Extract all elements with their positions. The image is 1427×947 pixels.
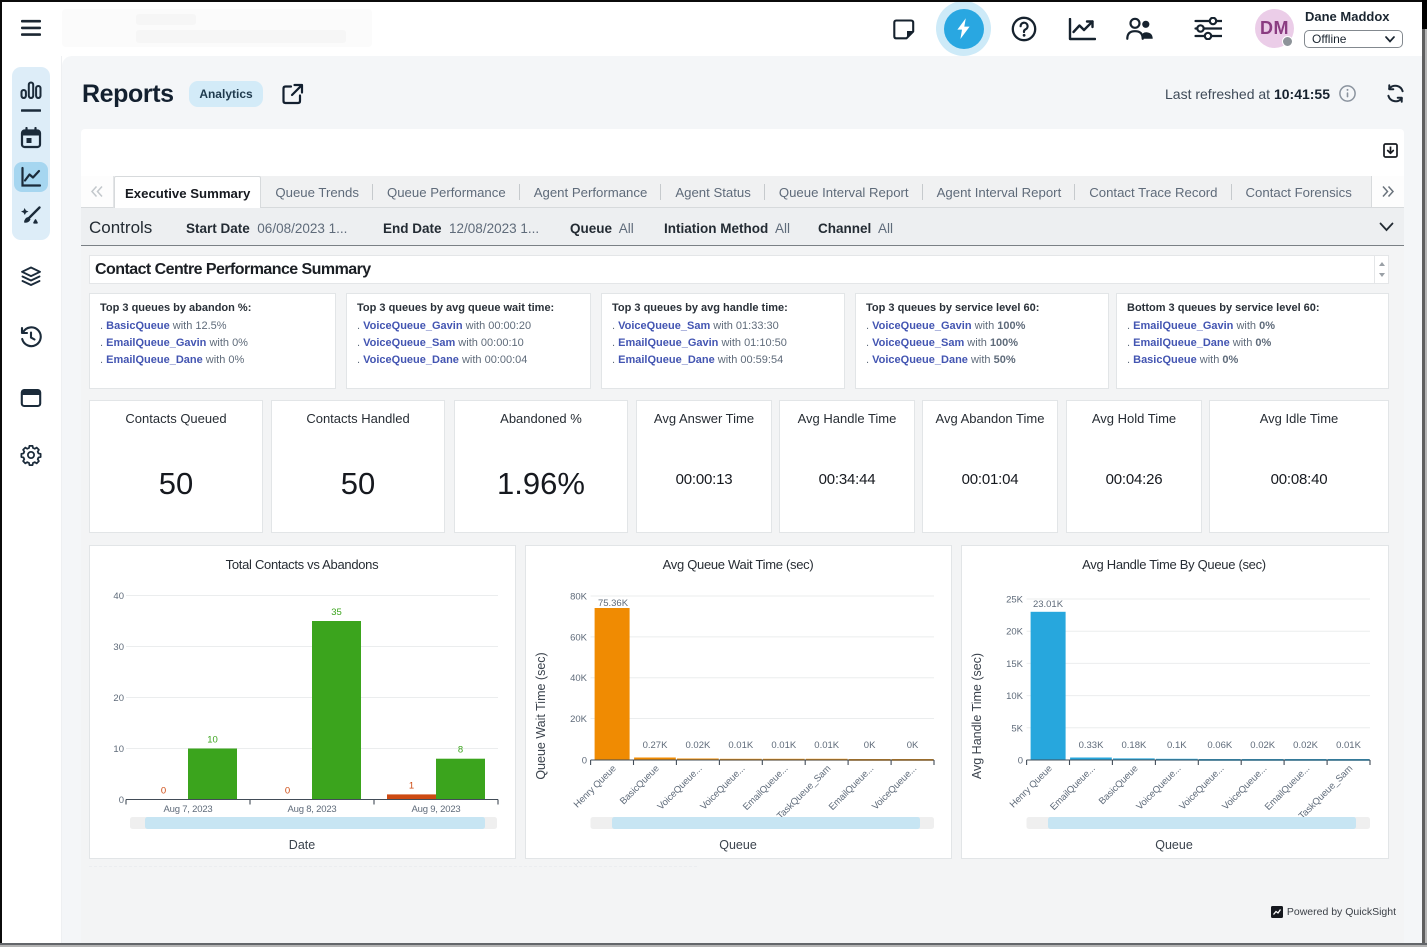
- svg-text:80K: 80K: [570, 592, 588, 603]
- svg-text:VoiceQueue...: VoiceQueue...: [1177, 763, 1226, 812]
- svg-text:1: 1: [409, 780, 414, 791]
- svg-text:Queue: Queue: [719, 838, 757, 852]
- svg-text:0.01K: 0.01K: [771, 740, 796, 751]
- svg-text:0K: 0K: [907, 740, 919, 751]
- svg-text:15K: 15K: [1006, 659, 1024, 670]
- svg-text:Avg Queue Wait Time (sec): Avg Queue Wait Time (sec): [663, 557, 814, 572]
- svg-text:Aug 8, 2023: Aug 8, 2023: [287, 804, 336, 815]
- svg-text:0.01K: 0.01K: [728, 740, 753, 751]
- svg-text:Aug 9, 2023: Aug 9, 2023: [411, 804, 460, 815]
- svg-text:0.02K: 0.02K: [1250, 740, 1275, 751]
- svg-text:8: 8: [458, 745, 463, 756]
- svg-text:BasicQueue: BasicQueue: [618, 763, 662, 807]
- svg-text:0: 0: [1018, 756, 1023, 767]
- svg-text:0: 0: [285, 786, 290, 797]
- svg-text:0.01K: 0.01K: [1336, 740, 1361, 751]
- svg-text:10K: 10K: [1006, 691, 1024, 702]
- svg-text:10: 10: [113, 744, 124, 755]
- svg-text:Avg Handle Time (sec): Avg Handle Time (sec): [970, 653, 984, 779]
- svg-text:Aug 7, 2023: Aug 7, 2023: [163, 804, 212, 815]
- svg-text:5K: 5K: [1011, 723, 1023, 734]
- svg-text:0.02K: 0.02K: [1293, 740, 1318, 751]
- svg-text:0: 0: [582, 756, 587, 767]
- svg-text:0: 0: [161, 786, 166, 797]
- svg-text:Queue Wait Time (sec): Queue Wait Time (sec): [534, 652, 548, 779]
- svg-text:0.33K: 0.33K: [1079, 740, 1104, 751]
- svg-text:0.1K: 0.1K: [1167, 740, 1187, 751]
- svg-text:Henry Queue: Henry Queue: [1008, 763, 1055, 810]
- svg-text:23.01K: 23.01K: [1033, 599, 1064, 610]
- svg-text:20K: 20K: [1006, 627, 1024, 638]
- svg-text:25K: 25K: [1006, 595, 1024, 606]
- svg-text:EmailQueue...: EmailQueue...: [1048, 763, 1097, 812]
- svg-text:30: 30: [113, 642, 124, 653]
- svg-text:Date: Date: [289, 838, 315, 852]
- svg-text:EmailQueue...: EmailQueue...: [827, 763, 876, 812]
- svg-text:40K: 40K: [570, 673, 588, 684]
- svg-text:Avg Handle Time By Queue (sec): Avg Handle Time By Queue (sec): [1082, 557, 1266, 572]
- svg-text:0.06K: 0.06K: [1207, 740, 1232, 751]
- svg-text:BasicQueue: BasicQueue: [1097, 763, 1141, 807]
- svg-text:60K: 60K: [570, 632, 588, 643]
- svg-text:Total Contacts vs Abandons: Total Contacts vs Abandons: [226, 557, 379, 572]
- svg-text:0.18K: 0.18K: [1121, 740, 1146, 751]
- svg-text:0.27K: 0.27K: [643, 740, 668, 751]
- svg-text:Henry Queue: Henry Queue: [572, 763, 619, 810]
- svg-text:VoiceQueue...: VoiceQueue...: [655, 763, 704, 812]
- svg-text:75.36K: 75.36K: [598, 598, 629, 609]
- svg-text:VoiceQueue...: VoiceQueue...: [1134, 763, 1183, 812]
- svg-text:0: 0: [119, 795, 124, 806]
- svg-text:VoiceQueue...: VoiceQueue...: [870, 763, 919, 812]
- svg-text:0.01K: 0.01K: [814, 740, 839, 751]
- svg-text:20: 20: [113, 693, 124, 704]
- svg-text:10: 10: [207, 735, 218, 746]
- svg-text:Queue: Queue: [1155, 838, 1193, 852]
- svg-text:0.02K: 0.02K: [685, 740, 710, 751]
- svg-text:35: 35: [331, 607, 342, 618]
- svg-text:20K: 20K: [570, 714, 588, 725]
- svg-text:0K: 0K: [864, 740, 876, 751]
- svg-text:40: 40: [113, 591, 124, 602]
